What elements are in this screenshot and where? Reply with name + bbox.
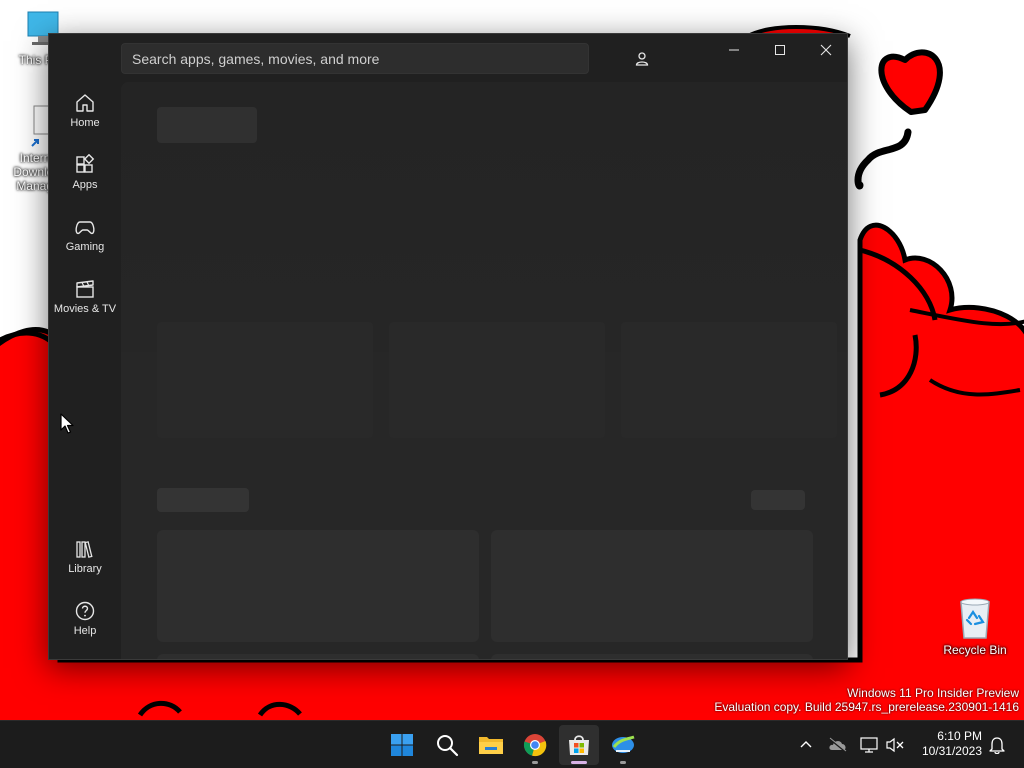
featured-card-placeholder	[389, 322, 605, 438]
navigation-rail: Home Apps Gaming Movies & TV Library Hel…	[49, 82, 121, 659]
store-window: Home Apps Gaming Movies & TV	[48, 33, 848, 660]
chevron-up-icon	[800, 741, 812, 748]
active-indicator	[571, 761, 587, 764]
apps-icon	[76, 154, 95, 173]
notifications-button[interactable]	[986, 729, 1008, 761]
taskbar-file-explorer[interactable]	[471, 725, 511, 765]
home-icon	[76, 94, 94, 112]
clock[interactable]: 6:10 PM 10/31/2023	[910, 729, 982, 759]
featured-card-placeholder	[621, 322, 837, 438]
nav-item-library[interactable]: Library	[51, 538, 119, 594]
network-disconnected-icon	[860, 737, 878, 753]
recycle-bin-icon	[960, 598, 990, 639]
folder-icon	[479, 737, 503, 754]
chrome-icon	[523, 734, 547, 757]
onedrive-offline-icon	[829, 737, 847, 753]
app-tile-placeholder	[157, 654, 479, 659]
taskbar-microsoft-store[interactable]	[559, 725, 599, 765]
app-tile-placeholder	[491, 654, 813, 659]
desktop-icon-label: Recycle Bin	[943, 643, 1007, 657]
watermark-line: Evaluation copy. Build 25947.rs_prerelea…	[714, 700, 1019, 714]
evaluation-watermark: Windows 11 Pro Insider Preview Evaluatio…	[714, 686, 1019, 714]
store-icon	[569, 735, 589, 755]
clock-date: 10/31/2023	[921, 744, 982, 758]
windows-start-icon	[391, 734, 413, 756]
network-tray-button[interactable]	[858, 729, 880, 761]
account-button[interactable]	[627, 44, 657, 74]
content-area	[121, 82, 847, 659]
taskbar-search-button[interactable]	[427, 725, 467, 765]
mouse-cursor-icon	[60, 413, 74, 434]
show-hidden-icons-button[interactable]	[796, 729, 816, 761]
minimize-button[interactable]	[711, 34, 757, 66]
nav-item-gaming[interactable]: Gaming	[51, 216, 119, 272]
nav-item-apps[interactable]: Apps	[51, 154, 119, 210]
help-icon	[75, 601, 95, 621]
taskbar-chrome[interactable]	[515, 725, 555, 765]
volume-tray-button[interactable]	[884, 729, 906, 761]
nav-item-label: Home	[70, 117, 100, 129]
nav-item-home[interactable]: Home	[51, 92, 119, 148]
bell-icon	[989, 737, 1005, 754]
nav-item-label: Movies & TV	[53, 303, 117, 315]
minimize-icon	[729, 49, 739, 51]
maximize-icon	[775, 45, 785, 55]
taskbar: 6:10 PM 10/31/2023	[0, 720, 1024, 768]
clapperboard-icon	[76, 280, 94, 298]
close-button[interactable]	[803, 34, 847, 66]
featured-card-placeholder	[157, 322, 373, 438]
running-indicator	[532, 761, 538, 764]
close-icon	[820, 44, 832, 56]
see-all-placeholder	[751, 490, 805, 510]
account-icon	[635, 52, 649, 66]
nav-item-help[interactable]: Help	[51, 600, 119, 656]
nav-item-movies-tv[interactable]: Movies & TV	[51, 278, 119, 334]
volume-muted-icon	[886, 737, 904, 753]
idm-icon	[612, 735, 635, 753]
maximize-button[interactable]	[757, 34, 803, 66]
watermark-line: Windows 11 Pro Insider Preview	[847, 686, 1019, 700]
desktop-icon-recycle-bin[interactable]: Recycle Bin	[939, 596, 1011, 657]
search-input[interactable]	[121, 43, 589, 74]
app-tile-placeholder	[157, 530, 479, 642]
nav-item-label: Gaming	[65, 241, 105, 253]
title-bar[interactable]	[49, 34, 847, 82]
nav-item-label: Help	[73, 625, 97, 637]
running-indicator	[620, 761, 626, 764]
gamepad-icon	[75, 221, 95, 235]
taskbar-idm[interactable]	[603, 725, 643, 765]
search-icon	[437, 735, 459, 757]
onedrive-tray-button[interactable]	[826, 729, 850, 761]
app-tile-placeholder	[491, 530, 813, 642]
clock-time: 6:10 PM	[937, 729, 982, 743]
nav-item-label: Library	[68, 563, 102, 575]
section-title-placeholder	[157, 488, 249, 512]
start-button[interactable]	[382, 725, 422, 765]
hero-title-placeholder	[157, 107, 257, 143]
library-icon	[76, 541, 93, 558]
nav-item-label: Apps	[72, 179, 98, 191]
